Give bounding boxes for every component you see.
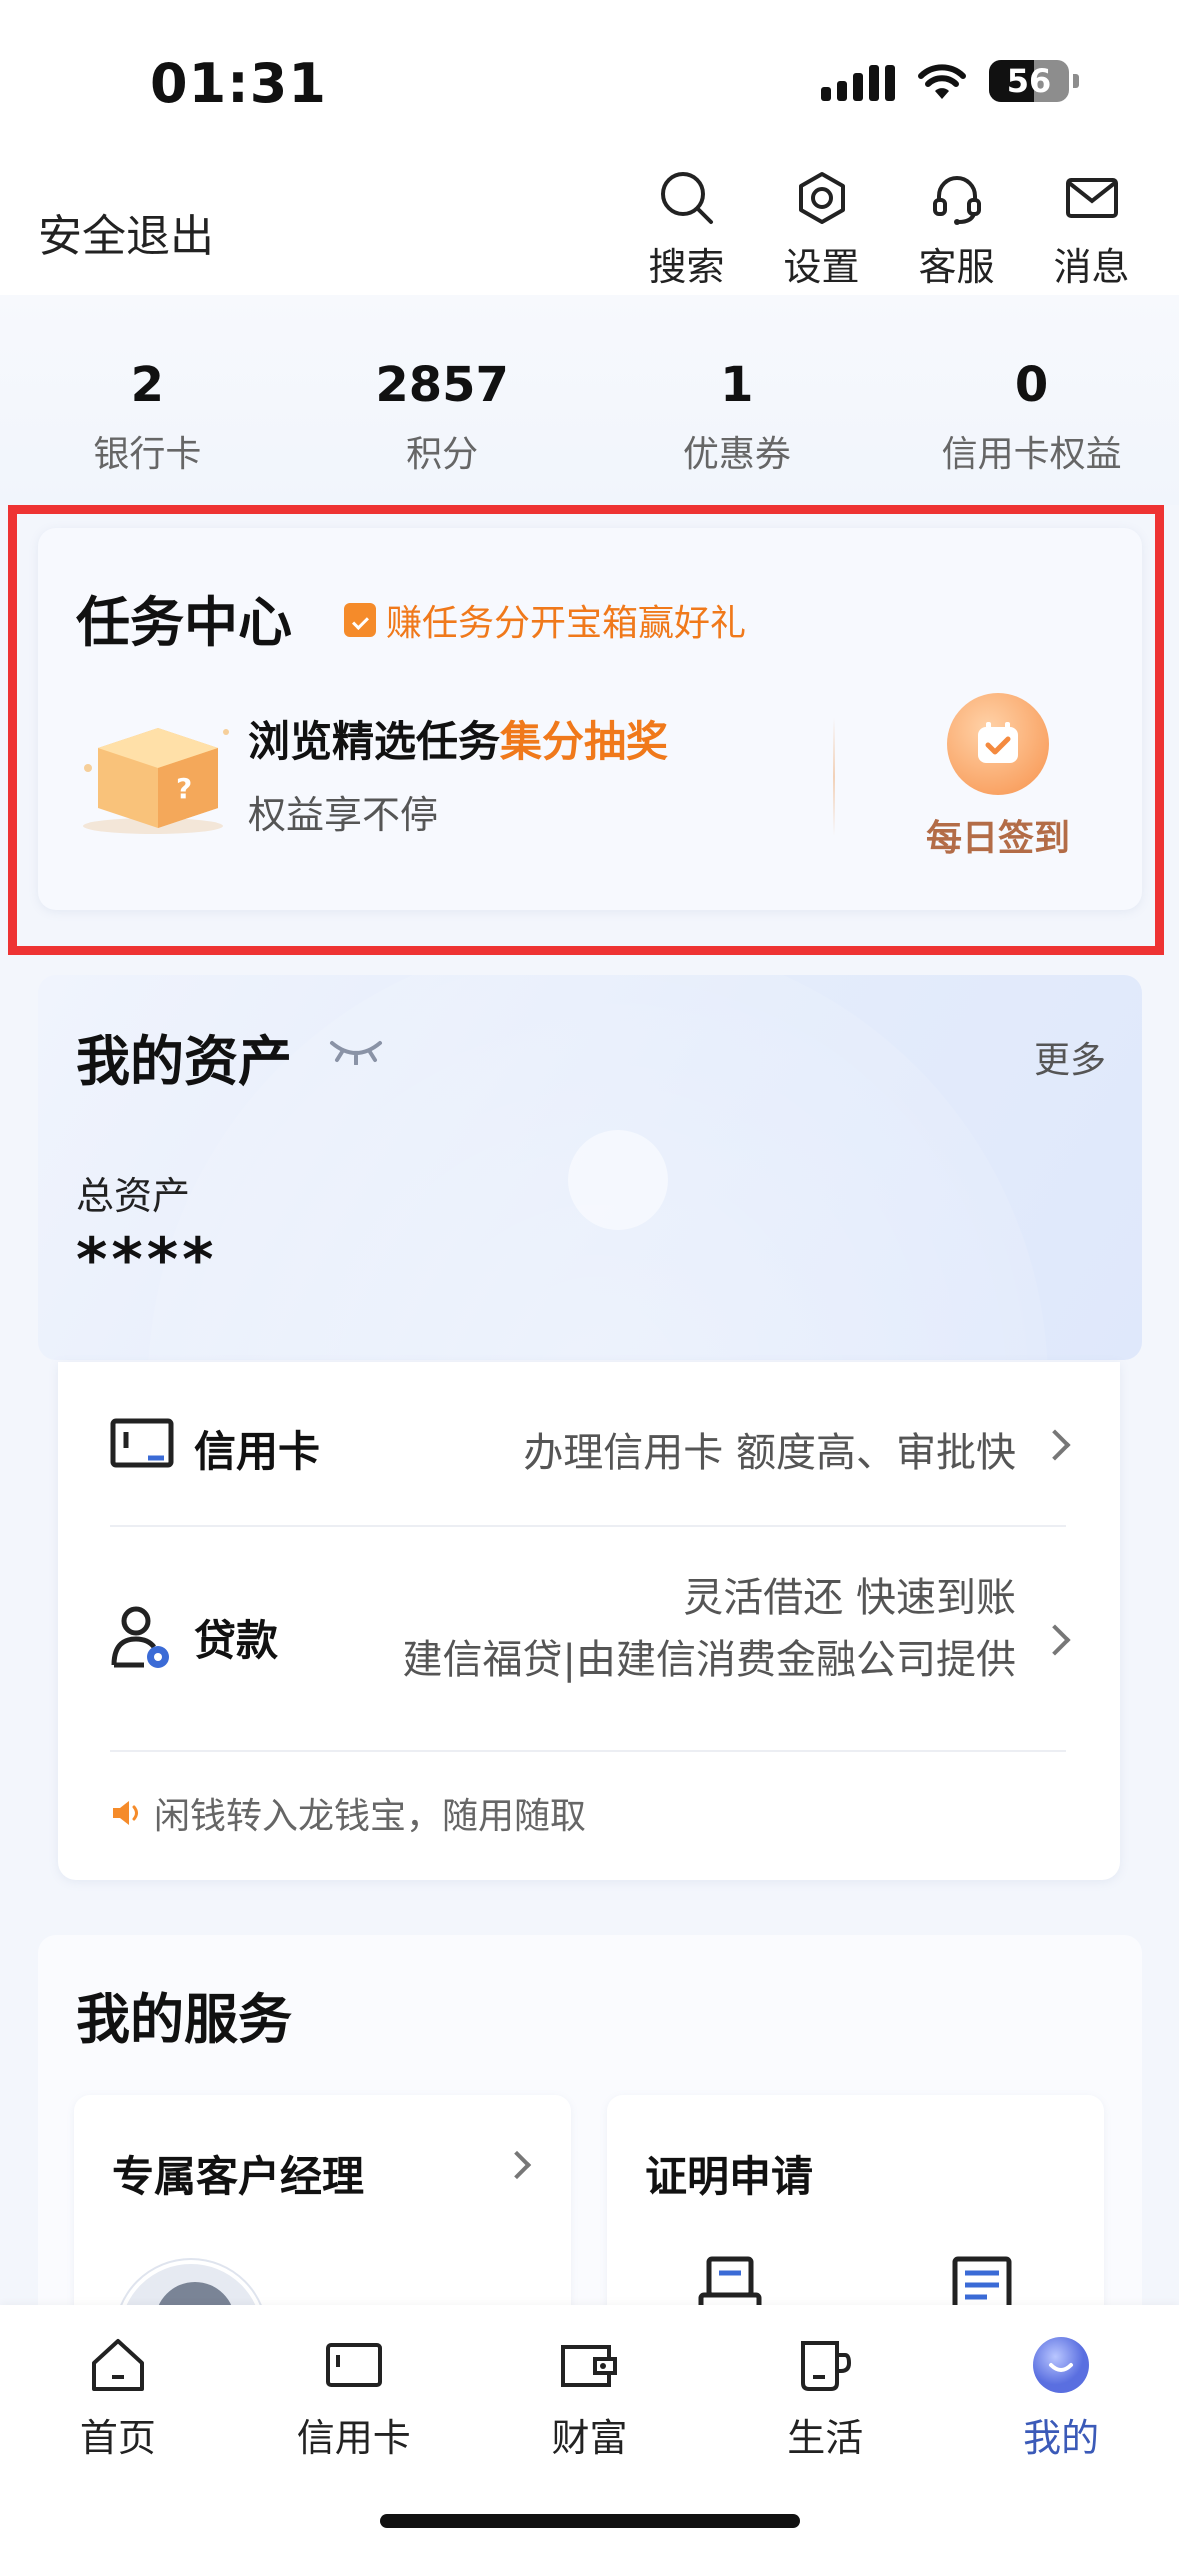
battery-tip: [1073, 74, 1079, 88]
gear-icon: [798, 172, 845, 224]
status-bar: 01:31 56: [0, 0, 1179, 160]
tab-home-label: 首页: [79, 2416, 156, 2460]
decorative-bubble: [568, 1130, 668, 1230]
search-button[interactable]: 搜索: [619, 168, 754, 291]
stat-value: 1: [720, 357, 754, 413]
stat-credit-card-benefits[interactable]: 0 信用卡权益: [884, 295, 1179, 505]
total-assets-label: 总资产: [76, 1174, 191, 1218]
tab-life-label: 生活: [787, 2416, 864, 2460]
my-assets-card[interactable]: 我的资产 更多 总资产 ****: [38, 975, 1142, 1360]
stat-label: 积分: [406, 434, 479, 475]
customer-service-label: 客服: [918, 245, 995, 289]
credit-card-row[interactable]: 信用卡 办理信用卡 额度高、审批快: [110, 1362, 1071, 1527]
tab-mine[interactable]: 我的: [943, 2305, 1179, 2556]
my-services-title: 我的服务: [76, 1988, 292, 2051]
credit-card-desc: 办理信用卡 额度高、审批快: [523, 1430, 1016, 1476]
headset-icon: [932, 176, 981, 225]
loan-desc: 灵活借还 快速到账 建信福贷|由建信消费金融公司提供: [403, 1567, 1016, 1691]
messages-label: 消息: [1053, 245, 1130, 289]
logout-button[interactable]: 安全退出: [38, 200, 214, 264]
home-indicator: [380, 2514, 800, 2528]
wifi-icon: [918, 64, 966, 99]
search-icon: [660, 172, 713, 224]
card-icon: [325, 2343, 382, 2387]
account-manager-title: 专属客户经理: [112, 2152, 365, 2201]
speaker-icon: [113, 1801, 138, 1825]
loan-desc-line2: 建信福贷|由建信消费金融公司提供: [402, 1637, 1016, 1683]
top-actions: 搜索 设置 客服 消息: [619, 168, 1159, 291]
stat-value: 2: [130, 357, 165, 413]
mail-icon: [1065, 178, 1118, 218]
customer-service-button[interactable]: 客服: [889, 168, 1024, 291]
products-card: 信用卡 办理信用卡 额度高、审批快 贷款 灵活借还 快速到账 建信福贷|由建信消…: [58, 1362, 1120, 1880]
stat-value: 0: [1014, 357, 1049, 413]
top-nav: 安全退出 搜索 设置 客服 消息: [0, 160, 1179, 295]
highlight-frame: [8, 505, 1164, 955]
tab-home[interactable]: 首页: [0, 2305, 236, 2556]
loan-user-icon: [111, 1606, 169, 1668]
my-assets-title: 我的资产: [76, 1030, 292, 1093]
tab-mine-label: 我的: [1023, 2416, 1100, 2460]
stat-label: 银行卡: [93, 434, 202, 475]
settings-button[interactable]: 设置: [754, 168, 889, 291]
eye-closed-icon[interactable]: [328, 1033, 384, 1065]
home-icon: [91, 2339, 144, 2391]
chevron-right-icon: [1039, 1429, 1071, 1461]
stat-coupons[interactable]: 1 优惠券: [590, 295, 885, 505]
settings-label: 设置: [783, 245, 860, 289]
notice-bar[interactable]: 闲钱转入龙钱宝，随用随取: [110, 1787, 586, 1839]
profile-icon: [1033, 2337, 1090, 2393]
messages-button[interactable]: 消息: [1024, 168, 1159, 291]
status-icons: 56: [821, 60, 1079, 102]
stat-bank-cards[interactable]: 2 银行卡: [0, 295, 295, 505]
signal-icon: [821, 61, 895, 101]
certificate-request-title: 证明申请: [645, 2152, 814, 2201]
wallet-icon: [561, 2345, 618, 2387]
credit-card-name: 信用卡: [194, 1427, 321, 1476]
assets-more-link[interactable]: 更多: [1034, 1031, 1106, 1083]
account-stats: 2 银行卡 2857 积分 1 优惠券 0 信用卡权益: [0, 295, 1179, 505]
tab-credit-card-label: 信用卡: [296, 2416, 411, 2460]
credit-card-icon: [110, 1418, 174, 1468]
search-label: 搜索: [648, 245, 725, 289]
stat-value: 2857: [375, 357, 509, 413]
battery-level: 56: [1006, 62, 1052, 100]
stat-label: 信用卡权益: [941, 434, 1122, 475]
battery-icon: 56: [989, 60, 1069, 102]
status-time: 01:31: [150, 52, 327, 115]
stat-label: 优惠券: [682, 434, 791, 475]
chevron-right-icon: [1039, 1624, 1071, 1656]
loan-name: 贷款: [194, 1616, 279, 1665]
notice-text: 闲钱转入龙钱宝，随用随取: [154, 1796, 587, 1837]
chevron-right-icon: [502, 2150, 532, 2180]
loan-row[interactable]: 贷款 灵活借还 快速到账 建信福贷|由建信消费金融公司提供: [110, 1527, 1071, 1752]
total-assets-value: ****: [76, 1225, 218, 1295]
tab-wealth-label: 财富: [551, 2416, 628, 2460]
stat-points[interactable]: 2857 积分: [295, 295, 590, 505]
cup-icon: [801, 2341, 852, 2391]
loan-desc-line1: 灵活借还 快速到账: [683, 1575, 1016, 1621]
